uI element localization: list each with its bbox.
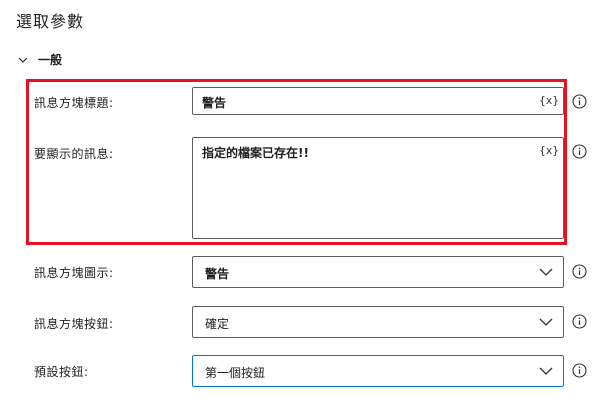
section-label: 一般 xyxy=(38,53,63,67)
buttons-dropdown[interactable]: 確定 xyxy=(192,306,564,338)
icon-dropdown[interactable]: 警告 xyxy=(192,256,564,288)
info-icon[interactable] xyxy=(572,144,587,159)
buttons-value: 確定 xyxy=(205,317,230,331)
chevron-down-icon xyxy=(539,318,553,326)
chevron-down-icon xyxy=(539,268,553,276)
info-icon[interactable] xyxy=(572,363,587,378)
default-button-value: 第一個按鈕 xyxy=(205,366,266,380)
icon-label: 訊息方塊圖示: xyxy=(34,266,114,280)
info-icon[interactable] xyxy=(572,314,587,329)
icon-value: 警告 xyxy=(205,267,230,281)
buttons-label: 訊息方塊按鈕: xyxy=(34,317,114,331)
section-general[interactable]: 一般 xyxy=(16,51,62,68)
info-icon[interactable] xyxy=(572,94,587,109)
chevron-down-icon xyxy=(539,367,553,375)
info-icon[interactable] xyxy=(572,264,587,279)
default-button-label: 預設按鈕: xyxy=(34,365,89,379)
highlight-box xyxy=(26,79,567,245)
page-title: 選取參數 xyxy=(16,12,85,31)
chevron-down-icon xyxy=(18,57,28,63)
default-button-dropdown[interactable]: 第一個按鈕 xyxy=(192,355,564,387)
